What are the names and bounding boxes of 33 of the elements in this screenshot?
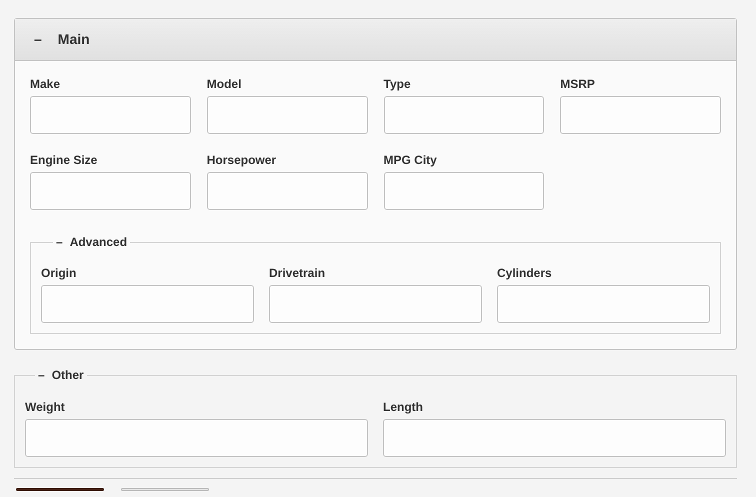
input-field[interactable] — [269, 285, 482, 323]
input-field[interactable] — [384, 172, 544, 210]
field-label: Cylinders — [497, 266, 552, 280]
field-label: Weight — [25, 400, 65, 414]
group-title: Advanced — [70, 235, 128, 249]
input-field[interactable] — [206, 96, 368, 134]
input-field[interactable] — [384, 96, 544, 134]
input-field[interactable] — [30, 172, 191, 210]
field-label: MSRP — [560, 77, 595, 91]
action-button[interactable] — [121, 488, 209, 491]
action-button[interactable] — [16, 488, 104, 491]
field-label: Drivetrain — [269, 266, 326, 280]
field-label: Horsepower — [206, 153, 276, 167]
field-label: Model — [206, 77, 242, 91]
input-field[interactable] — [206, 172, 368, 210]
input-field[interactable] — [383, 419, 726, 457]
input-field[interactable] — [30, 96, 191, 134]
panel-header[interactable]: – Main — [15, 19, 736, 61]
field-label: Length — [383, 400, 423, 414]
panel-title: Main — [58, 30, 90, 49]
field-label: Type — [384, 77, 411, 91]
collapse-toggle[interactable]: – — [56, 235, 63, 249]
field-label: Origin — [41, 266, 76, 280]
field-label: Make — [30, 77, 60, 91]
collapse-toggle[interactable]: – — [38, 368, 45, 382]
input-field[interactable] — [41, 285, 254, 323]
field-label: MPG City — [384, 153, 437, 167]
input-field[interactable] — [560, 96, 721, 134]
input-field[interactable] — [497, 285, 710, 323]
group-title: Other — [52, 368, 84, 382]
field-label: Engine Size — [30, 153, 98, 167]
input-field[interactable] — [25, 419, 368, 457]
collapse-toggle[interactable]: – — [34, 29, 42, 50]
